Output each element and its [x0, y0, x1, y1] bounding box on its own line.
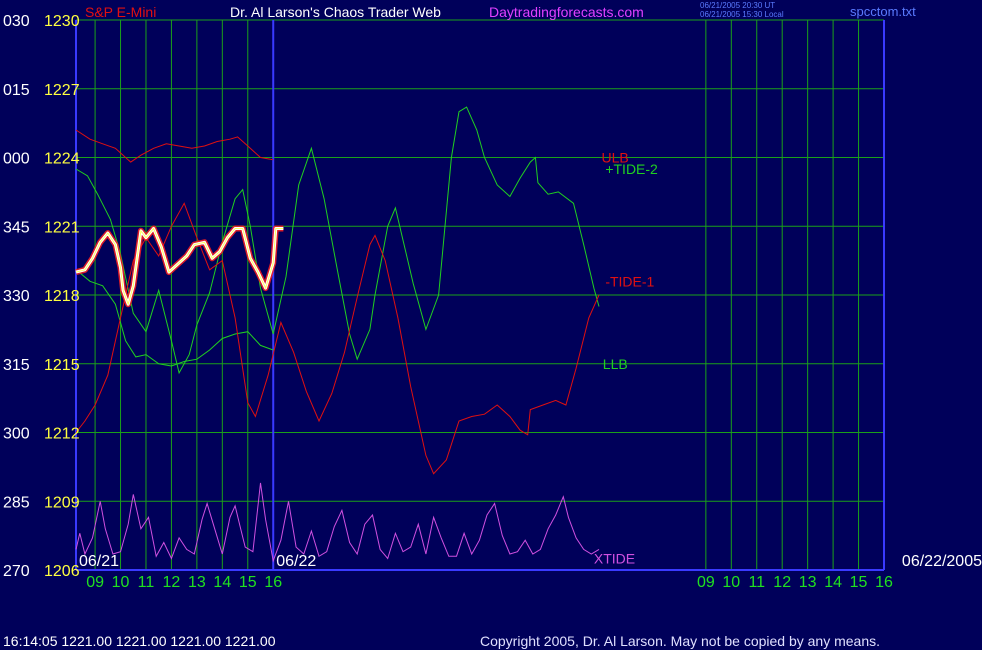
x-tick-label: 13 [188, 574, 206, 591]
y-tick-price: 1230 [44, 13, 80, 30]
series-label: LLB [603, 356, 628, 372]
x-tick-label: 16 [264, 574, 282, 591]
y-tick-angle: 330 [3, 288, 30, 305]
y-tick-price: 1218 [44, 288, 80, 305]
x-tick-label: 12 [163, 574, 181, 591]
x-tick-label: 12 [773, 574, 791, 591]
header-title: Dr. Al Larson's Chaos Trader Web [230, 4, 441, 20]
header-file-name: spcctom.txt [850, 4, 916, 19]
y-tick-angle: 345 [3, 219, 30, 236]
y-tick-angle: 030 [3, 13, 30, 30]
x-tick-label: 14 [824, 574, 842, 591]
header-stamp-ut: 06/21/2005 20:30 UT [700, 1, 775, 10]
x-tick-label: 10 [722, 574, 740, 591]
y-tick-price: 1209 [44, 494, 80, 511]
x-tick-label: 13 [799, 574, 817, 591]
y-tick-price: 1206 [44, 563, 80, 580]
day-label: 06/21 [79, 553, 119, 570]
y-tick-price: 1221 [44, 219, 80, 236]
x-tick-label: 15 [239, 574, 257, 591]
y-tick-angle: 300 [3, 426, 30, 443]
y-tick-price: 1212 [44, 426, 80, 443]
x-tick-label: 14 [213, 574, 231, 591]
chart-background [0, 0, 982, 650]
y-tick-angle: 315 [3, 357, 30, 374]
footer-copyright: Copyright 2005, Dr. Al Larson. May not b… [480, 633, 880, 649]
day-label: 06/22 [276, 553, 316, 570]
series-label: -TIDE-1 [605, 273, 654, 289]
y-tick-angle: 000 [3, 151, 30, 168]
x-tick-label: 16 [875, 574, 893, 591]
header-site-link[interactable]: Daytradingforecasts.com [489, 4, 644, 20]
y-tick-angle: 285 [3, 494, 30, 511]
series-label: +TIDE-2 [605, 161, 658, 177]
header-stamp-local: 06/21/2005 15:30 Local [700, 10, 784, 19]
y-tick-price: 1227 [44, 82, 80, 99]
x-tick-label: 10 [112, 574, 130, 591]
x-tick-label: 15 [850, 574, 868, 591]
y-tick-angle: 015 [3, 82, 30, 99]
y-tick-angle: 270 [3, 563, 30, 580]
series-label: XTIDE [594, 551, 635, 567]
footer-quote: 16:14:05 1221.00 1221.00 1221.00 1221.00 [3, 633, 276, 649]
day-label: 06/22/2005 [902, 553, 982, 570]
header-instrument: S&P E-Mini [85, 4, 156, 20]
y-tick-price: 1224 [44, 151, 80, 168]
x-tick-label: 09 [697, 574, 715, 591]
x-tick-label: 11 [748, 574, 765, 591]
chaos-trader-chart: 030 1230015 1227000 1224345 1221330 1218315 12… [0, 0, 982, 650]
x-tick-label: 09 [86, 574, 104, 591]
x-tick-label: 11 [138, 574, 155, 591]
y-tick-price: 1215 [44, 357, 80, 374]
